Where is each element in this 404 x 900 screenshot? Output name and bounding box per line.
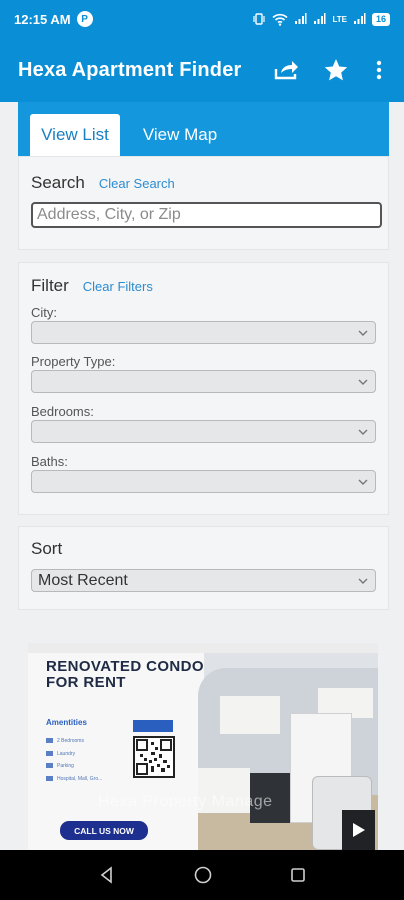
home-icon[interactable] bbox=[193, 865, 213, 885]
ad-headline: RENOVATED CONDO FOR RENT bbox=[46, 658, 204, 691]
wifi-icon bbox=[272, 13, 289, 26]
back-icon[interactable] bbox=[98, 866, 116, 884]
sort-value: Most Recent bbox=[38, 571, 128, 589]
amenity-item: 2 Bedrooms bbox=[46, 735, 102, 748]
amenity-item: Laundry bbox=[46, 748, 102, 761]
system-nav-bar bbox=[0, 850, 404, 900]
notification-p-icon: P bbox=[76, 11, 93, 27]
status-right: LTE 16 bbox=[252, 12, 390, 26]
city-label: City: bbox=[31, 305, 57, 320]
filter-header: Filter Clear Filters bbox=[31, 276, 153, 296]
signal-icon bbox=[295, 13, 307, 24]
status-time: 12:15 AM bbox=[14, 11, 71, 27]
ad-top-strip bbox=[28, 643, 378, 653]
recents-icon[interactable] bbox=[290, 867, 306, 883]
amenity-item: Hospital, Mall, Gro... bbox=[46, 773, 102, 786]
main-content: View List View Map Search Clear Search F… bbox=[0, 102, 404, 850]
view-tabs: View List View Map bbox=[18, 102, 389, 156]
listing-image[interactable]: RENOVATED CONDO FOR RENT Amentities 2 Be… bbox=[28, 643, 378, 850]
more-vert-icon bbox=[376, 60, 382, 80]
clear-filters-link[interactable]: Clear Filters bbox=[83, 279, 153, 294]
filter-title: Filter bbox=[31, 276, 69, 295]
network-type: LTE bbox=[332, 14, 347, 24]
app-title: Hexa Apartment Finder bbox=[18, 58, 242, 81]
search-input[interactable] bbox=[31, 202, 382, 228]
baths-select[interactable] bbox=[31, 470, 376, 493]
chevron-down-icon bbox=[358, 379, 368, 385]
ad-amenities-list: 2 Bedrooms Laundry Parking Hospital, Mal… bbox=[46, 735, 102, 785]
chevron-down-icon bbox=[358, 479, 368, 485]
star-icon bbox=[324, 59, 348, 81]
sort-panel: Sort Most Recent bbox=[18, 526, 389, 610]
property-type-select[interactable] bbox=[31, 370, 376, 393]
play-icon bbox=[352, 823, 365, 837]
search-title: Search bbox=[31, 173, 85, 192]
share-button[interactable] bbox=[272, 56, 300, 84]
chevron-down-icon bbox=[358, 578, 368, 584]
amenity-item: Parking bbox=[46, 760, 102, 773]
signal-icon-3 bbox=[353, 13, 366, 24]
status-left: 12:15 AM P bbox=[14, 11, 93, 27]
property-type-label: Property Type: bbox=[31, 354, 116, 369]
sort-header: Sort bbox=[31, 539, 62, 559]
bedrooms-select[interactable] bbox=[31, 420, 376, 443]
tab-view-map[interactable]: View Map bbox=[130, 114, 230, 156]
app-actions bbox=[272, 56, 386, 84]
sort-title: Sort bbox=[31, 539, 63, 558]
share-icon bbox=[274, 61, 298, 80]
bedrooms-label: Bedrooms: bbox=[31, 404, 94, 419]
qr-code-icon bbox=[133, 736, 175, 778]
filter-panel: Filter Clear Filters City: Property Type… bbox=[18, 262, 389, 515]
city-select[interactable] bbox=[31, 321, 376, 344]
chevron-down-icon bbox=[358, 429, 368, 435]
tab-view-list[interactable]: View List bbox=[30, 114, 120, 156]
search-header: Search Clear Search bbox=[31, 173, 175, 193]
ad-scan-badge bbox=[133, 720, 173, 732]
status-bar: 12:15 AM P LTE 16 bbox=[0, 0, 404, 38]
vibrate-icon bbox=[253, 13, 266, 25]
app-bar: Hexa Apartment Finder bbox=[0, 38, 404, 102]
search-panel: Search Clear Search bbox=[18, 156, 389, 250]
battery-icon: 16 bbox=[371, 12, 390, 26]
upper-cabinets bbox=[220, 696, 280, 734]
favorite-button[interactable] bbox=[322, 56, 350, 84]
baths-label: Baths: bbox=[31, 454, 68, 469]
ad-watermark: Hexa Property Manage bbox=[98, 793, 273, 810]
signal-icon-2 bbox=[314, 13, 326, 24]
clear-search-link[interactable]: Clear Search bbox=[99, 176, 175, 191]
overflow-menu-button[interactable] bbox=[372, 56, 386, 84]
call-us-now-badge: CALL US NOW bbox=[60, 821, 148, 840]
ad-amenities-label: Amentities bbox=[46, 718, 87, 727]
play-button[interactable] bbox=[342, 810, 375, 850]
chevron-down-icon bbox=[358, 330, 368, 336]
sort-select[interactable]: Most Recent bbox=[31, 569, 376, 592]
